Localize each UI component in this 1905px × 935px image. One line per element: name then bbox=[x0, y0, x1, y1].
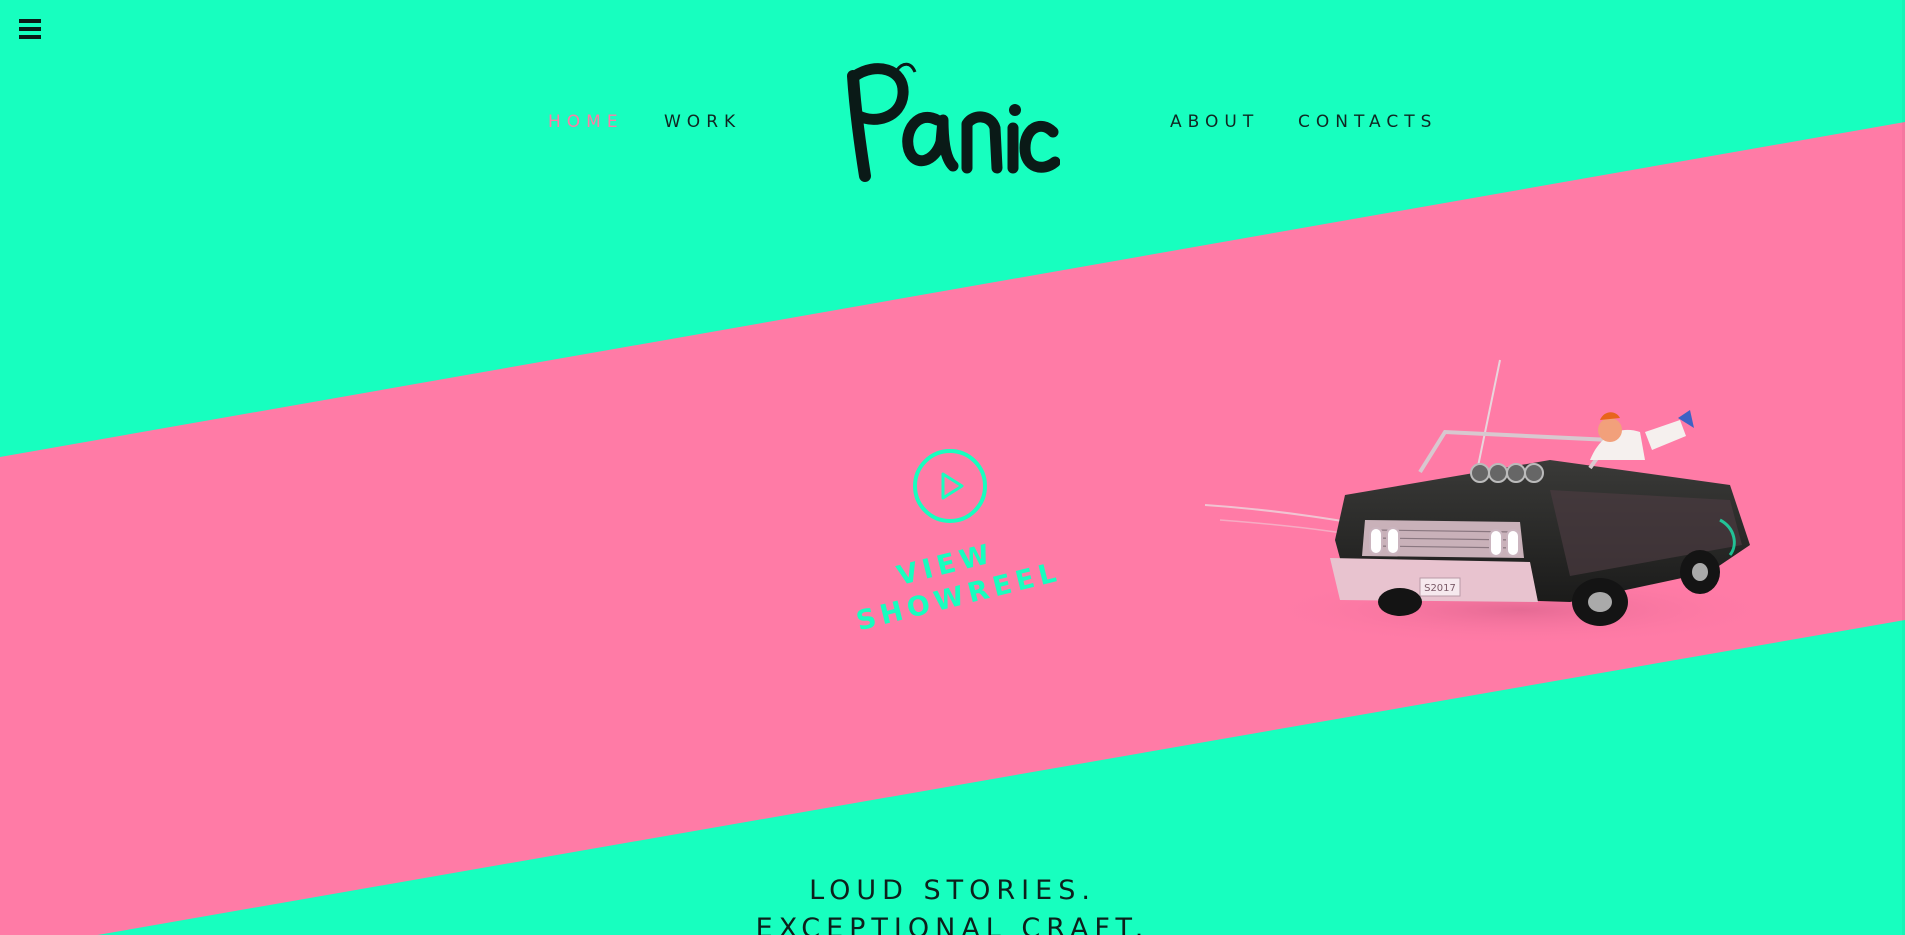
nav-home-link[interactable]: HOME bbox=[548, 112, 624, 132]
tagline-line-1: LOUD STORIES. bbox=[809, 875, 1096, 906]
hamburger-menu-icon[interactable] bbox=[19, 19, 41, 39]
nav-about-link[interactable]: ABOUT bbox=[1170, 112, 1259, 132]
license-plate: S2017 bbox=[1424, 583, 1456, 594]
tagline: LOUD STORIES. EXCEPTIONAL CRAFT. bbox=[0, 872, 1905, 935]
panic-logo[interactable] bbox=[845, 58, 1060, 188]
page: HOME WORK ABOUT CONTACTS VIEW SHOWREEL S… bbox=[0, 0, 1905, 935]
nav-contacts-link[interactable]: CONTACTS bbox=[1298, 112, 1437, 132]
convertible-car-illustration: S2017 bbox=[1204, 359, 1780, 646]
tagline-line-2: EXCEPTIONAL CRAFT. bbox=[755, 913, 1150, 935]
play-icon bbox=[941, 472, 964, 500]
nav-work-link[interactable]: WORK bbox=[664, 112, 741, 132]
play-showreel-button[interactable] bbox=[912, 448, 988, 524]
